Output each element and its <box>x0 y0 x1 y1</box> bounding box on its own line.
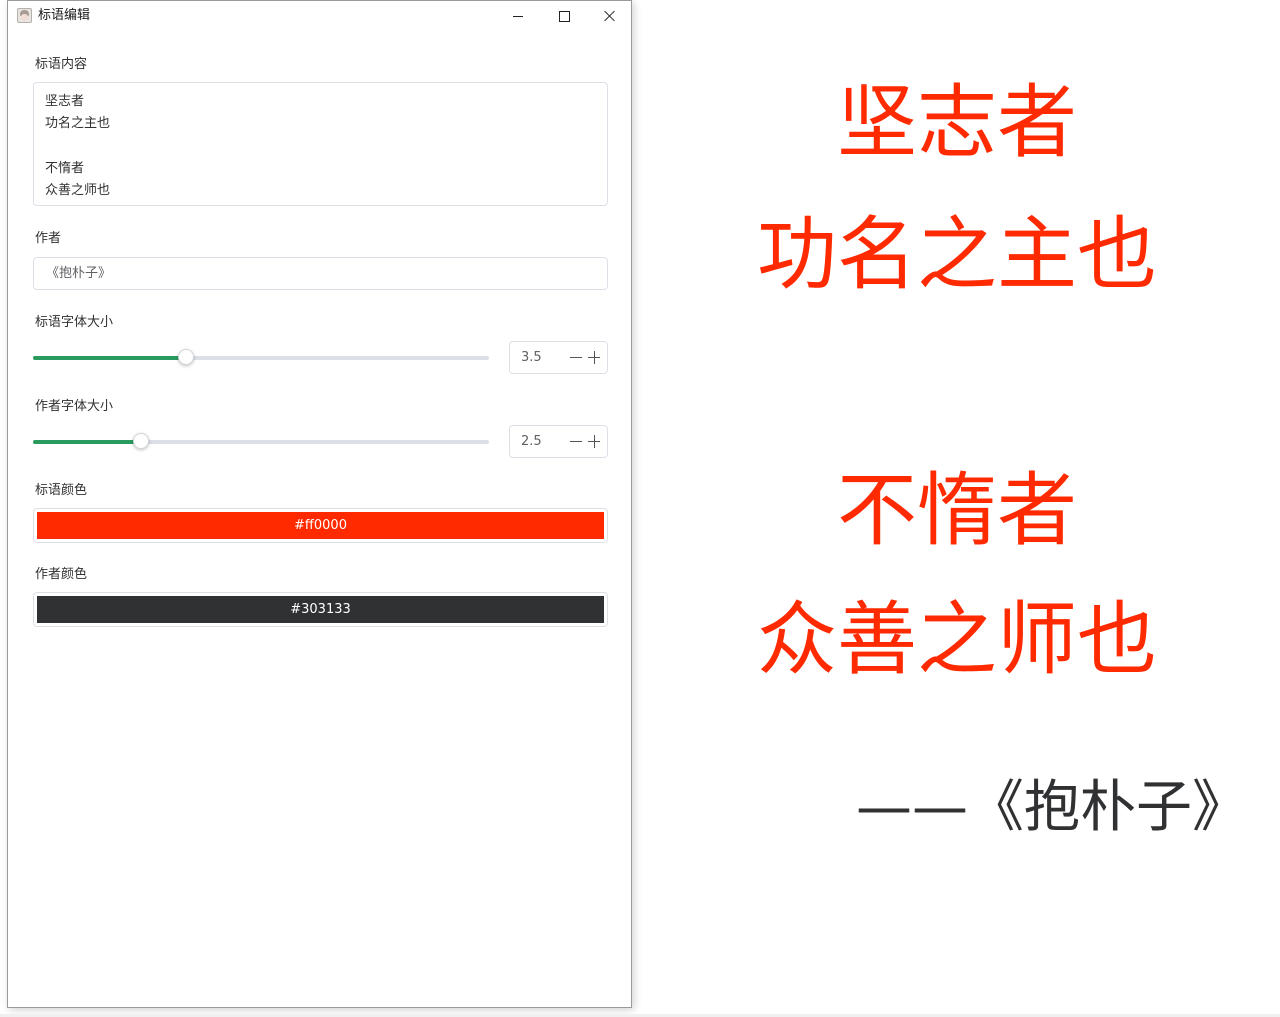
slider-handle[interactable] <box>178 349 194 365</box>
slider-fill <box>33 356 186 360</box>
slider-fill <box>33 440 141 444</box>
slogan-content-textarea[interactable]: 坚志者 功名之主也 不惰者 众善之师也 <box>33 82 608 206</box>
slogan-editor-window: 标语编辑 标语内容 坚志者 功名之主也 不惰者 众善之师也 作者 《抱朴子》 标… <box>7 0 632 1008</box>
close-icon <box>604 10 616 22</box>
decrease-button[interactable] <box>567 431 585 452</box>
author-font-size-slider[interactable] <box>33 432 489 452</box>
slogan-color-picker[interactable]: #ff0000 <box>33 508 608 543</box>
author-label: 作者 <box>35 231 62 246</box>
minus-icon <box>570 441 582 442</box>
increase-button[interactable] <box>585 431 603 452</box>
slider-handle[interactable] <box>133 433 149 449</box>
maximize-icon <box>558 10 570 22</box>
increase-button[interactable] <box>585 347 603 368</box>
author-color-picker[interactable]: #303133 <box>33 592 608 627</box>
author-color-label: 作者颜色 <box>35 567 88 582</box>
minimize-button[interactable] <box>495 1 541 31</box>
preview-slogan-line: 坚志者 <box>837 76 1077 169</box>
window-title: 标语编辑 <box>38 8 91 23</box>
author-font-size-label: 作者字体大小 <box>35 399 114 414</box>
preview-slogan-line: 功名之主也 <box>757 208 1157 301</box>
slogan-content-label: 标语内容 <box>35 57 88 72</box>
slogan-font-size-stepper[interactable]: 3.5 <box>509 341 608 374</box>
author-color-swatch[interactable]: #303133 <box>37 596 604 623</box>
author-input[interactable]: 《抱朴子》 <box>33 257 608 290</box>
minimize-icon <box>513 15 523 17</box>
preview-slogan-line: 不惰者 <box>837 464 1077 557</box>
stepper-value[interactable]: 2.5 <box>521 426 542 457</box>
minus-icon <box>570 357 582 358</box>
slogan-color-swatch[interactable]: #ff0000 <box>37 512 604 539</box>
desktop: 标语编辑 标语内容 坚志者 功名之主也 不惰者 众善之师也 作者 《抱朴子》 标… <box>0 0 1280 1017</box>
slogan-preview: 坚志者 功名之主也 不惰者 众善之师也 ——《抱朴子》 <box>634 0 1280 1017</box>
title-bar[interactable]: 标语编辑 <box>8 1 631 31</box>
slogan-color-label: 标语颜色 <box>35 483 88 498</box>
maximize-button[interactable] <box>541 1 587 31</box>
slogan-font-size-label: 标语字体大小 <box>35 315 114 330</box>
preview-author-line: ——《抱朴子》 <box>856 775 1248 840</box>
close-button[interactable] <box>587 1 633 31</box>
slogan-font-size-slider[interactable] <box>33 348 489 368</box>
decrease-button[interactable] <box>567 347 585 368</box>
preview-slogan-line: 众善之师也 <box>757 593 1157 686</box>
author-font-size-stepper[interactable]: 2.5 <box>509 425 608 458</box>
stepper-value[interactable]: 3.5 <box>521 342 542 373</box>
app-avatar-icon <box>17 8 32 23</box>
